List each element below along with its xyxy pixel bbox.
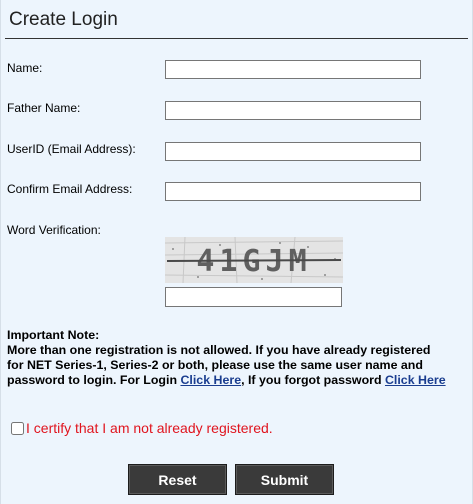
father-name-label: Father Name: [7,101,81,115]
create-login-panel: Create Login Name: Father Name: UserID (… [0,0,473,504]
certify-row[interactable]: I certify that I am not already register… [11,420,273,436]
login-link[interactable]: Click Here [180,373,241,387]
name-label: Name: [7,61,43,75]
certify-label: I certify that I am not already register… [26,420,273,436]
certify-checkbox[interactable] [11,421,24,435]
confirm-email-field[interactable] [165,182,421,201]
note-heading: Important Note: [7,328,100,342]
captcha-image: 41GJM [165,237,343,283]
word-verification-label: Word Verification: [7,223,101,237]
userid-email-field[interactable] [165,142,421,161]
father-name-field[interactable] [165,101,421,120]
forgot-password-link[interactable]: Click Here [385,373,446,387]
name-field[interactable] [165,60,421,79]
confirm-email-label: Confirm Email Address: [7,182,133,196]
page-title: Create Login [9,9,118,30]
reset-button[interactable]: Reset [128,464,227,495]
note-body-continued: , If you forgot password [241,373,385,387]
important-note: Important Note: More than one registrati… [7,328,447,388]
captcha-input[interactable] [165,287,342,307]
title-divider [5,38,468,39]
userid-label: UserID (Email Address): [7,142,136,156]
submit-button[interactable]: Submit [235,464,334,495]
